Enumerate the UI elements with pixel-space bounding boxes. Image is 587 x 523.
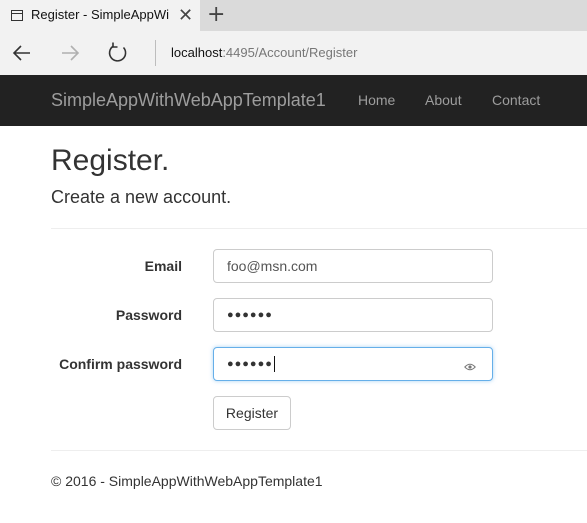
divider xyxy=(51,228,587,229)
page-icon xyxy=(11,10,23,21)
password-label: Password xyxy=(115,307,182,323)
url-path: :4495/Account/Register xyxy=(222,45,358,60)
browser-address-bar: localhost:4495/Account/Register xyxy=(0,31,587,75)
register-button[interactable]: Register xyxy=(213,396,291,430)
confirm-password-field[interactable]: ●●●●●● xyxy=(213,347,493,381)
email-label: Email xyxy=(144,258,182,274)
plus-icon[interactable]: + xyxy=(207,4,225,26)
url-field[interactable]: localhost:4495/Account/Register xyxy=(171,45,357,60)
page-subtitle: Create a new account. xyxy=(51,187,232,207)
page-title: Register. xyxy=(51,144,170,177)
browser-tabbar: Register - SimpleAppWi ✕ + xyxy=(0,0,587,31)
address-separator xyxy=(155,40,156,66)
email-field[interactable]: foo@msn.com xyxy=(213,249,493,283)
navbar-brand[interactable]: SimpleAppWithWebAppTemplate1 xyxy=(51,90,326,111)
nav-link-home[interactable]: Home xyxy=(358,92,395,108)
refresh-icon[interactable] xyxy=(104,39,132,67)
back-arrow-icon[interactable] xyxy=(8,39,36,67)
nav-link-about[interactable]: About xyxy=(425,92,462,108)
tab-title: Register - SimpleAppWi xyxy=(31,7,169,22)
confirm-password-value: ●●●●●● xyxy=(227,358,273,370)
url-host: localhost xyxy=(171,45,223,60)
password-value: ●●●●●● xyxy=(227,309,273,321)
nav-link-contact[interactable]: Contact xyxy=(492,92,540,108)
footer-text: © 2016 - SimpleAppWithWebAppTemplate1 xyxy=(51,473,323,489)
password-field[interactable]: ●●●●●● xyxy=(213,298,493,332)
text-caret xyxy=(273,356,275,372)
browser-tab[interactable]: Register - SimpleAppWi ✕ xyxy=(0,0,200,31)
close-icon[interactable]: ✕ xyxy=(178,5,193,25)
confirm-password-label: Confirm password xyxy=(59,356,182,372)
email-value: foo@msn.com xyxy=(227,258,318,274)
eye-icon[interactable] xyxy=(464,359,476,371)
site-navbar: SimpleAppWithWebAppTemplate1 Home About … xyxy=(0,75,587,126)
footer-divider xyxy=(51,450,587,451)
forward-arrow-icon[interactable] xyxy=(56,39,84,67)
